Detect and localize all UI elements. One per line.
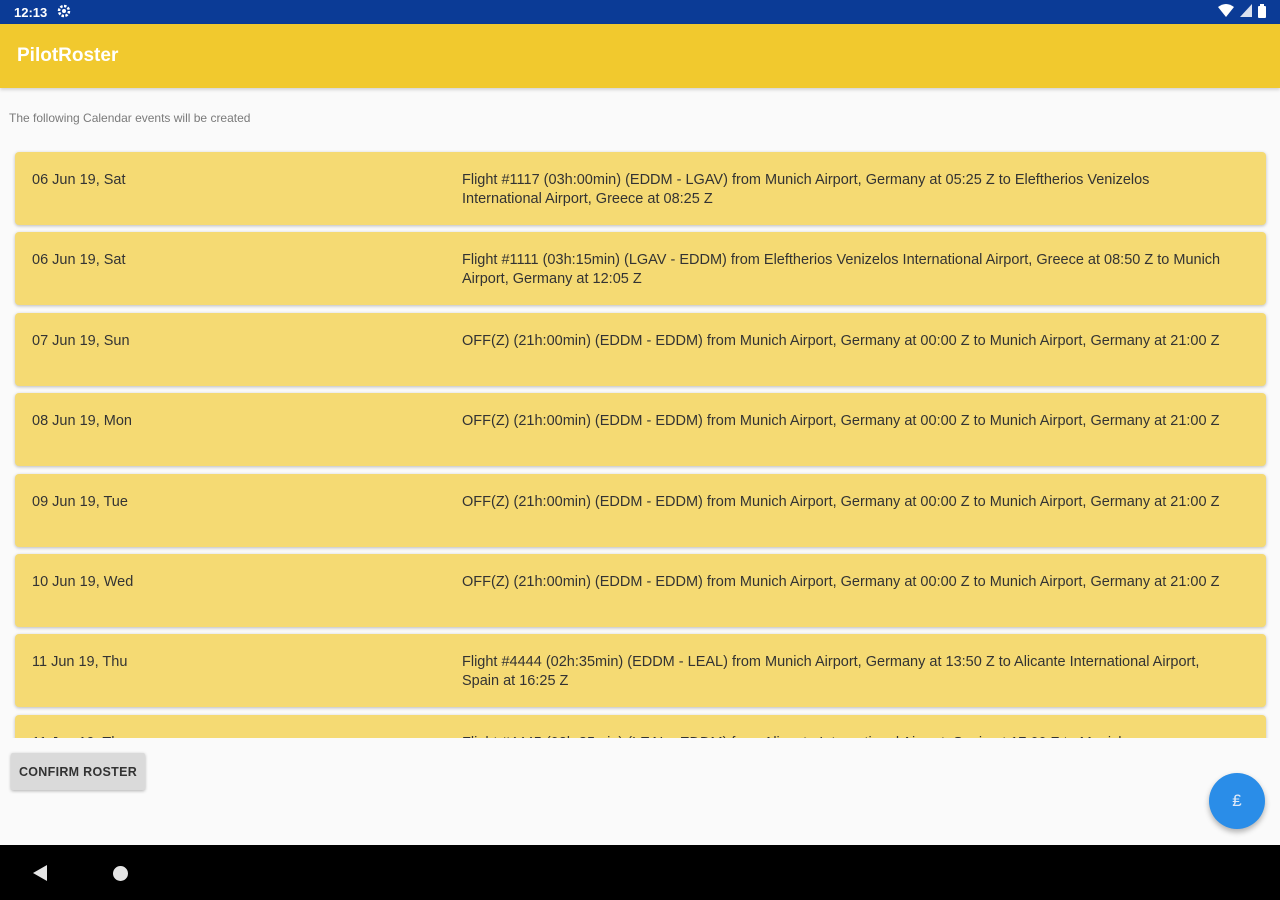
event-date: 08 Jun 19, Mon bbox=[32, 413, 132, 430]
events-list[interactable]: 06 Jun 19, Sat Flight #1117 (03h:00min) (… bbox=[0, 145, 1280, 738]
event-description: OFF(Z) (21h:00min) (EDDM - EDDM) from Mu… bbox=[462, 413, 1220, 430]
app-bar: PilotRoster bbox=[0, 24, 1280, 88]
instructions-text: The following Calendar events will be cr… bbox=[9, 111, 251, 125]
event-card[interactable]: 06 Jun 19, Sat Flight #1111 (03h:15min) (… bbox=[15, 232, 1266, 306]
signal-icon bbox=[1240, 4, 1252, 20]
event-card[interactable]: 07 Jun 19, Sun OFF(Z) (21h:00min) (EDDM -… bbox=[15, 312, 1266, 386]
event-date: 11 Jun 19, Thu bbox=[32, 654, 128, 671]
event-description: OFF(Z) (21h:00min) (EDDM - EDDM) from Mu… bbox=[462, 574, 1220, 590]
event-card[interactable]: 11 Jun 19, Thu Flight #4445 (02h:35min) (… bbox=[15, 714, 1266, 738]
event-description: Flight #1111 (03h:15min) (LGAV - EDDM) f… bbox=[462, 252, 1221, 288]
event-date: 09 Jun 19, Tue bbox=[32, 493, 128, 510]
event-date: 06 Jun 19, Sat bbox=[32, 252, 126, 269]
back-icon[interactable] bbox=[33, 865, 47, 881]
event-date: 06 Jun 19, Sat bbox=[32, 172, 126, 188]
status-time: 12:13 bbox=[14, 4, 48, 20]
event-description: Flight #4445 (02h:35min) (LEAL - EDDM) f… bbox=[462, 734, 1232, 738]
event-card[interactable]: 08 Jun 19, Mon OFF(Z) (21h:00min) (EDDM -… bbox=[15, 393, 1266, 467]
wifi-icon bbox=[1218, 4, 1234, 20]
event-description: Flight #1117 (03h:00min) (EDDM - LGAV) f… bbox=[462, 172, 1150, 207]
fab-button[interactable]: ₤ bbox=[1209, 773, 1265, 829]
event-description: Flight #4444 (02h:35min) (EDDM - LEAL) f… bbox=[462, 654, 1200, 690]
status-bar: 12:13 bbox=[0, 0, 1280, 24]
settings-icon bbox=[57, 4, 71, 21]
event-date: 11 Jun 19, Thu bbox=[32, 735, 127, 738]
battery-icon bbox=[1258, 3, 1266, 21]
event-date: 10 Jun 19, Wed bbox=[32, 574, 134, 590]
event-card[interactable]: 11 Jun 19, Thu Flight #4444 (02h:35min) (… bbox=[15, 634, 1266, 708]
event-description: OFF(Z) (21h:00min) (EDDM - EDDM) from Mu… bbox=[462, 332, 1220, 349]
event-card[interactable]: 10 Jun 19, Wed OFF(Z) (21h:00min) (EDDM -… bbox=[15, 554, 1266, 627]
event-date: 07 Jun 19, Sun bbox=[32, 332, 130, 349]
app-title: PilotRoster bbox=[17, 45, 119, 66]
home-icon[interactable] bbox=[113, 866, 128, 881]
confirm-roster-button[interactable]: CONFIRM ROSTER bbox=[11, 753, 145, 790]
event-card[interactable]: 06 Jun 19, Sat Flight #1117 (03h:00min) (… bbox=[15, 152, 1266, 225]
currency-icon: ₤ bbox=[1232, 791, 1242, 810]
event-card[interactable]: 09 Jun 19, Tue OFF(Z) (21h:00min) (EDDM -… bbox=[15, 473, 1266, 547]
navigation-bar bbox=[0, 845, 1280, 900]
event-description: OFF(Z) (21h:00min) (EDDM - EDDM) from Mu… bbox=[462, 493, 1220, 510]
